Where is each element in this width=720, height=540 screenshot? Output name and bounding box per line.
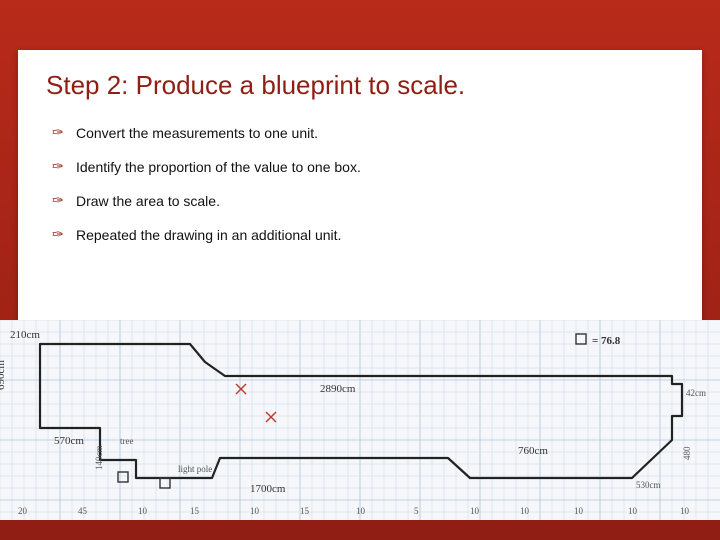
label-right-small: 42cm — [686, 388, 706, 398]
label-light-pole: light pole — [178, 464, 212, 474]
tick: 5 — [414, 506, 419, 516]
bullet-item: ✑ Convert the measurements to one unit. — [52, 125, 668, 141]
bullet-item: ✑ Identify the proportion of the value t… — [52, 159, 668, 175]
label-top-left: 210cm — [10, 329, 40, 341]
bullet-text: Convert the measurements to one unit. — [76, 125, 318, 141]
tick: 10 — [680, 506, 690, 516]
label-lower-left-drop: 140cm — [94, 446, 104, 471]
blueprint-svg: 210cm 690cm 2890cm 42cm 570cm 140cm tree… — [0, 320, 720, 520]
label-scale: = 76.8 — [592, 335, 621, 347]
bullet-text: Repeated the drawing in an additional un… — [76, 227, 341, 243]
swirl-icon: ✑ — [52, 127, 68, 141]
bullet-item: ✑ Repeated the drawing in an additional … — [52, 227, 668, 243]
slide-card: Step 2: Produce a blueprint to scale. ✑ … — [18, 50, 702, 510]
blueprint-diagram: 210cm 690cm 2890cm 42cm 570cm 140cm tree… — [0, 320, 720, 520]
label-bottom-long: 1700cm — [250, 483, 286, 495]
tick: 10 — [628, 506, 638, 516]
bullet-text: Identify the proportion of the value to … — [76, 159, 361, 175]
tick: 10 — [138, 506, 148, 516]
swirl-icon: ✑ — [52, 161, 68, 175]
label-far-right-h: 480 — [682, 446, 692, 460]
tick: 45 — [78, 506, 88, 516]
tick: 10 — [470, 506, 480, 516]
swirl-icon: ✑ — [52, 195, 68, 209]
tick: 15 — [300, 506, 310, 516]
tick: 10 — [356, 506, 366, 516]
label-mid-top: 2890cm — [320, 383, 356, 395]
slide-title: Step 2: Produce a blueprint to scale. — [18, 50, 702, 111]
label-tree: tree — [120, 436, 134, 446]
tick: 20 — [18, 506, 28, 516]
grid — [0, 320, 720, 520]
bullet-text: Draw the area to scale. — [76, 193, 220, 209]
swirl-icon: ✑ — [52, 229, 68, 243]
bullet-item: ✑ Draw the area to scale. — [52, 193, 668, 209]
label-left-height: 690cm — [0, 360, 7, 390]
label-lower-left: 570cm — [54, 435, 84, 447]
tick: 10 — [574, 506, 584, 516]
tick: 10 — [250, 506, 260, 516]
bullet-list: ✑ Convert the measurements to one unit. … — [18, 111, 702, 243]
tick: 10 — [520, 506, 530, 516]
label-bottom-right-step: 760cm — [518, 445, 548, 457]
tick: 15 — [190, 506, 200, 516]
label-bottom-right-drop: 530cm — [636, 480, 661, 490]
